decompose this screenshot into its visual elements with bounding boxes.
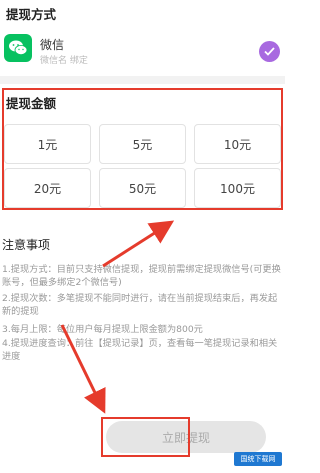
arrow-to-amounts [102, 220, 175, 268]
button-highlight-box [101, 417, 190, 457]
watermark-logo: 国统下载网 [234, 452, 282, 466]
arrow-to-button [60, 324, 106, 414]
annotation-arrows [60, 220, 175, 414]
